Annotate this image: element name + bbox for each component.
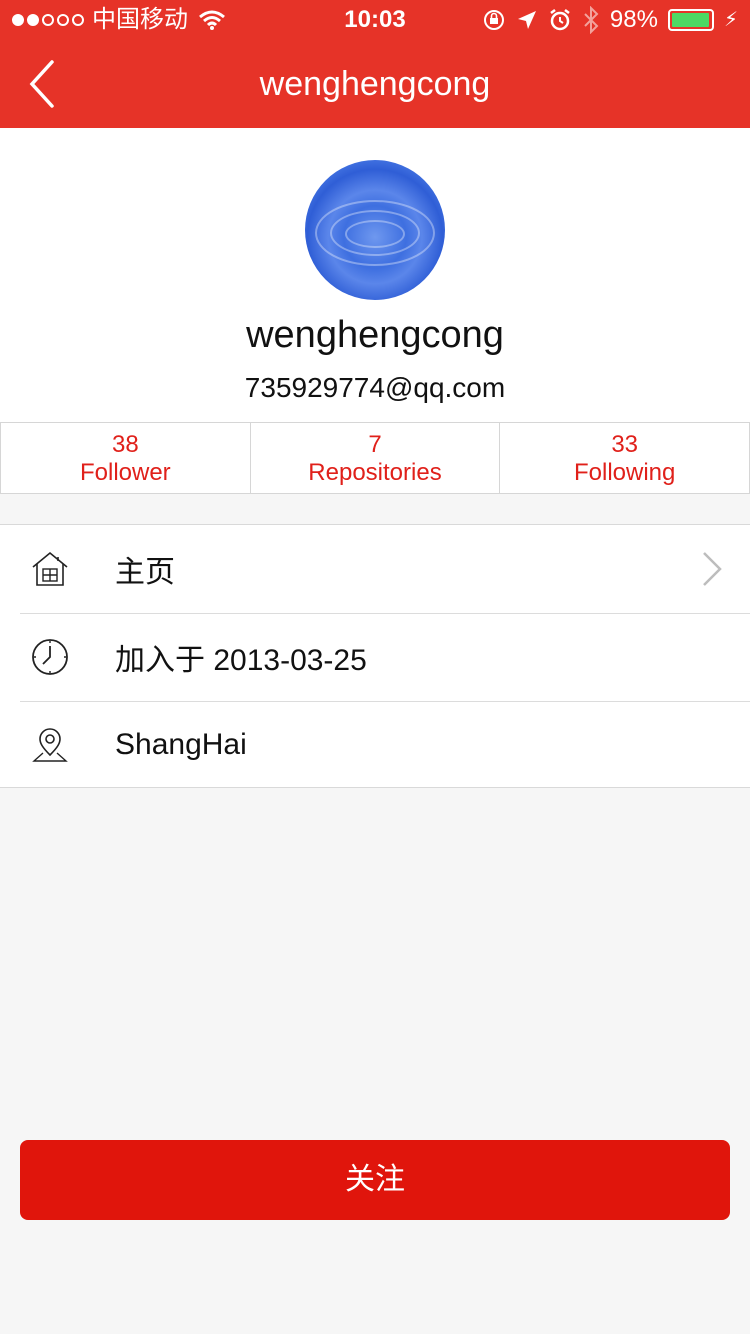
stat-followers[interactable]: 38 Follower xyxy=(0,422,251,494)
stat-repositories[interactable]: 7 Repositories xyxy=(249,422,501,494)
info-list: 主页 加入于 2013-03-25 ShangHai xyxy=(0,524,750,788)
battery-icon xyxy=(667,9,714,31)
battery-level-fill xyxy=(671,13,710,27)
rotation-lock-icon xyxy=(483,10,504,30)
row-label: 加入于 2013-03-25 xyxy=(115,644,367,677)
profile-email: 735929774@qq.com xyxy=(244,372,506,403)
location-pin-icon xyxy=(32,728,68,762)
location-row: ShangHai xyxy=(0,701,750,789)
navigation-bar: wenghengcong xyxy=(0,40,750,128)
stat-count: 33 xyxy=(611,431,639,458)
joined-date-row: 加入于 2013-03-25 xyxy=(0,613,750,701)
top-bar: 中国移动 10:03 98% ⚡ wenghengcong xyxy=(0,0,750,128)
page-title: wenghengcong xyxy=(259,65,491,103)
stat-count: 38 xyxy=(111,431,139,458)
status-bar: 中国移动 10:03 98% ⚡ xyxy=(0,0,750,40)
homepage-row[interactable]: 主页 xyxy=(0,525,750,613)
battery-percent: 98% xyxy=(609,6,658,33)
alarm-icon xyxy=(550,9,570,31)
home-icon xyxy=(32,551,68,586)
profile-username: wenghengcong xyxy=(246,314,504,356)
stat-label: Follower xyxy=(79,459,171,486)
row-label: 主页 xyxy=(115,556,175,589)
avatar-ripple xyxy=(315,200,435,266)
stat-label: Repositories xyxy=(308,459,442,486)
stat-following[interactable]: 33 Following xyxy=(499,422,750,494)
row-label: ShangHai xyxy=(115,728,247,761)
stat-count: 7 xyxy=(368,431,382,458)
stat-label: Following xyxy=(573,459,676,486)
chevron-right-icon xyxy=(703,552,722,586)
avatar[interactable] xyxy=(305,160,445,300)
location-icon xyxy=(517,11,536,29)
follow-button[interactable]: 关注 xyxy=(20,1140,730,1220)
profile-card: wenghengcong 735929774@qq.com xyxy=(0,128,750,422)
charging-icon: ⚡ xyxy=(723,9,738,31)
clock-icon xyxy=(32,639,68,675)
stats-bar: 38 Follower 7 Repositories 33 Following xyxy=(0,422,750,494)
bluetooth-icon xyxy=(584,6,599,34)
